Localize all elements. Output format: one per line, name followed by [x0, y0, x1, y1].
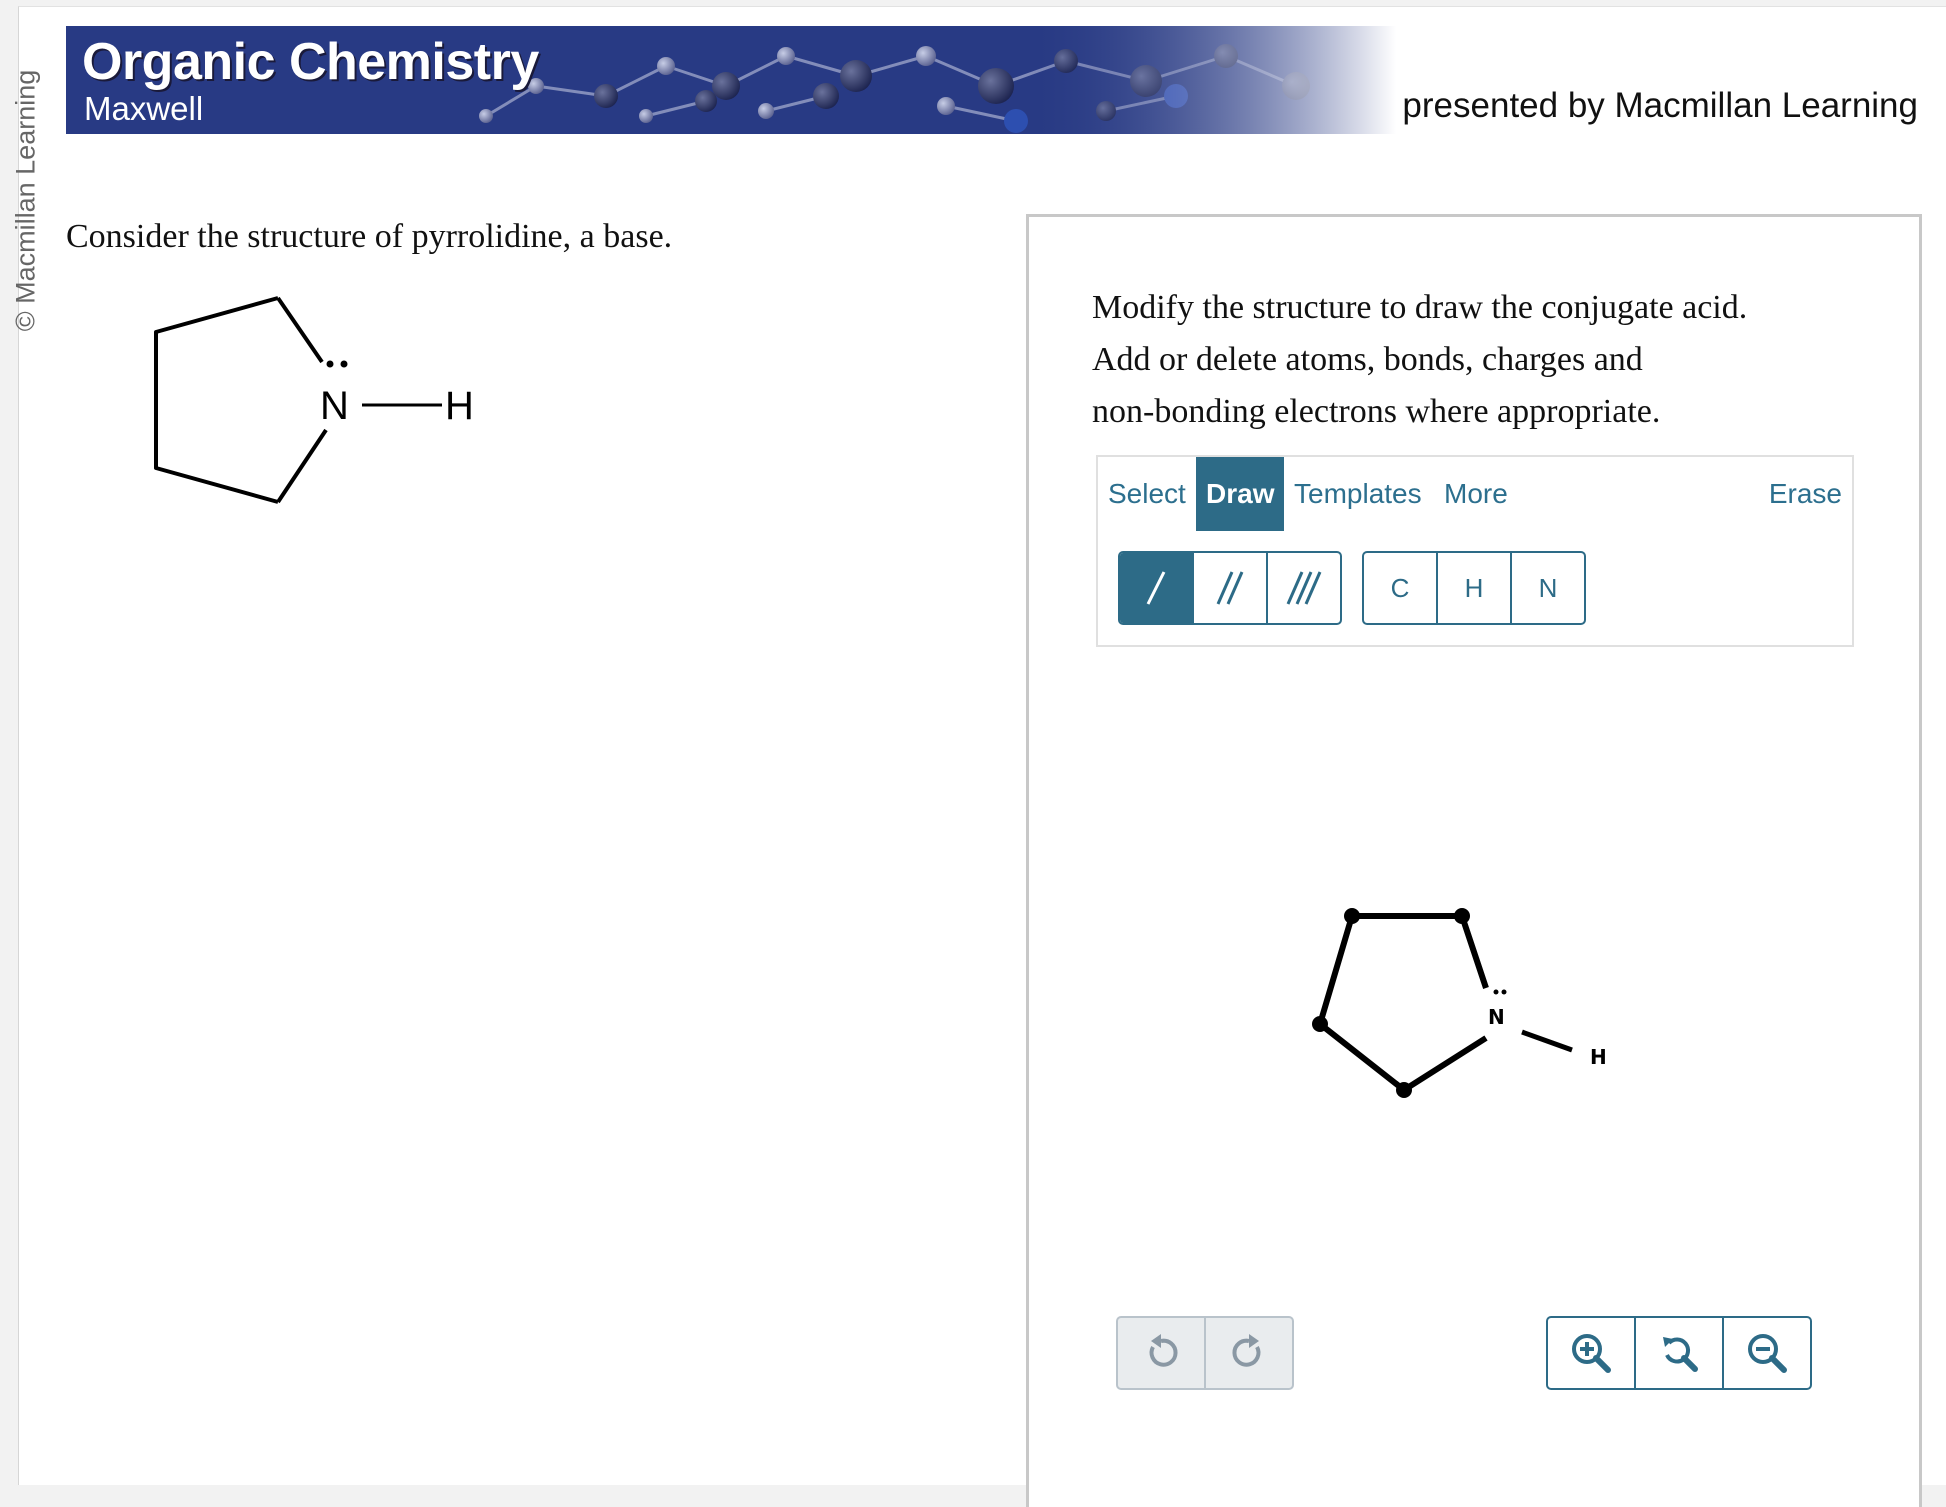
instruction-line: non-bonding electrons where appropriate.: [1092, 393, 1661, 430]
hydrogen-atom-label[interactable]: H: [1590, 1045, 1607, 1069]
hydrogen-atom-tool[interactable]: H: [1438, 553, 1512, 623]
question-text: Consider the structure of pyrrolidine, a…: [66, 218, 673, 255]
redo-button[interactable]: [1206, 1318, 1292, 1388]
lone-pair-dot: [326, 360, 334, 368]
single-bond-tool[interactable]: [1120, 553, 1194, 623]
double-bond-tool[interactable]: [1194, 553, 1268, 623]
carbon-atom-tool[interactable]: C: [1364, 553, 1438, 623]
editor-tab-bar: Select Draw Templates More Erase: [1096, 455, 1854, 533]
instruction-line: Modify the structure to draw the conjuga…: [1092, 289, 1748, 326]
tab-select[interactable]: Select: [1098, 457, 1196, 531]
zoom-in-icon: [1572, 1334, 1611, 1373]
header-banner: Organic Chemistry Maxwell: [66, 26, 1396, 134]
atom-tool-group: C H N: [1362, 551, 1586, 625]
nitrogen-atom-tool[interactable]: N: [1512, 553, 1584, 623]
redo-icon: [1232, 1334, 1261, 1367]
banner-title: Organic Chemistry: [82, 33, 539, 91]
draw-toolbar: C H N: [1096, 531, 1854, 647]
editable-molecule[interactable]: N H: [1290, 890, 1630, 1110]
atom-node[interactable]: [1312, 1016, 1328, 1032]
undo-button[interactable]: [1118, 1318, 1206, 1388]
tab-templates[interactable]: Templates: [1284, 457, 1432, 531]
zoom-group: [1546, 1316, 1812, 1390]
pyrrolidine-structure: N H: [154, 296, 474, 504]
erase-button[interactable]: Erase: [1759, 457, 1852, 531]
tab-more[interactable]: More: [1434, 457, 1518, 531]
side-credit: © Macmillan Learning: [4, 40, 48, 360]
lone-pair-dot: [1501, 989, 1507, 995]
instruction-line: Add or delete atoms, bonds, charges and: [1092, 341, 1643, 378]
banner-subtitle: Maxwell: [84, 90, 204, 127]
triple-bond-icon: [1286, 571, 1322, 605]
atom-node[interactable]: [1396, 1082, 1412, 1098]
zoom-in-button[interactable]: [1548, 1318, 1636, 1388]
zoom-out-icon: [1748, 1334, 1787, 1373]
double-bond-icon: [1216, 571, 1244, 605]
triple-bond-tool[interactable]: [1268, 553, 1340, 623]
presented-by: presented by Macmillan Learning: [1402, 86, 1918, 125]
instructions: Modify the structure to draw the conjuga…: [1092, 282, 1872, 438]
undo-icon: [1149, 1334, 1178, 1367]
side-credit-text: © Macmillan Learning: [10, 69, 41, 331]
history-group: [1116, 1316, 1294, 1390]
lone-pair-dot: [1493, 989, 1499, 995]
lone-pair-dot: [340, 360, 348, 368]
single-bond-icon: [1146, 571, 1166, 605]
zoom-reset-button[interactable]: [1636, 1318, 1724, 1388]
atom-node[interactable]: [1454, 908, 1470, 924]
hydrogen-atom-label: H: [445, 384, 474, 428]
zoom-out-button[interactable]: [1724, 1318, 1810, 1388]
atom-node[interactable]: [1344, 908, 1360, 924]
nitrogen-atom-label: N: [320, 384, 349, 428]
zoom-reset-icon: [1663, 1337, 1698, 1372]
nitrogen-atom-label[interactable]: N: [1488, 1005, 1505, 1029]
bond-tool-group: [1118, 551, 1342, 625]
tab-draw[interactable]: Draw: [1196, 457, 1285, 531]
